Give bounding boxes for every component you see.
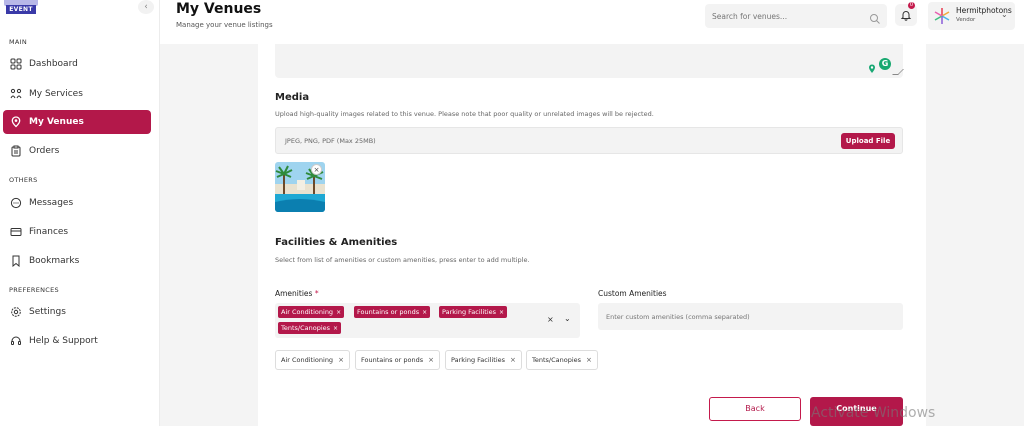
sidebar-item-help-support[interactable]: Help & Support	[3, 329, 151, 353]
notification-badge: 0	[908, 2, 915, 9]
page-title: My Venues	[176, 1, 262, 17]
media-heading: Media	[275, 92, 310, 103]
custom-amenities-input[interactable]	[598, 303, 903, 330]
media-description: Upload high-quality images related to th…	[275, 110, 654, 118]
sidebar-item-label: Messages	[29, 198, 74, 208]
venue-form-card: G Media Upload high-quality images relat…	[258, 44, 926, 426]
sidebar-item-label: Bookmarks	[29, 256, 80, 266]
brand-logo[interactable]: EVENT	[4, 0, 40, 18]
headset-icon	[9, 335, 22, 348]
sidebar-item-label: My Services	[29, 89, 83, 99]
section-label-preferences: PREFERENCES	[9, 286, 59, 294]
facilities-description: Select from list of amenities or custom …	[275, 256, 530, 264]
section-label-main: MAIN	[9, 38, 28, 46]
sidebar: EVENT ‹ MAIN Dashboard My Services My Ve…	[0, 0, 160, 426]
sidebar-item-label: Help & Support	[29, 336, 98, 346]
amenities-multiselect[interactable]: Air Conditioning × Fountains or ponds × Pa…	[275, 303, 580, 338]
section-label-others: OTHERS	[9, 176, 38, 184]
card-icon	[9, 226, 22, 239]
clipboard-icon	[9, 145, 22, 158]
custom-amenities-label: Custom Amenities	[598, 289, 667, 298]
search-input[interactable]	[705, 4, 887, 28]
upload-hint: JPEG, PNG, PDF (Max 25MB)	[285, 137, 376, 145]
amenity-chip: Fountains or ponds ×	[354, 306, 431, 318]
amenity-chip: Air Conditioning ×	[278, 306, 345, 318]
sidebar-item-dashboard[interactable]: Dashboard	[3, 52, 151, 76]
amenities-label: Amenities *	[275, 289, 319, 298]
amenity-chip: Parking Facilities ×	[439, 306, 508, 318]
user-menu[interactable]: Hermitphotons Vendor ⌄	[928, 2, 1015, 30]
file-upload-dropzone[interactable]: JPEG, PNG, PDF (Max 25MB) Upload File	[275, 127, 903, 154]
tag-remove-icon[interactable]: ×	[428, 356, 434, 364]
sidebar-collapse-button[interactable]: ‹	[138, 0, 154, 14]
sidebar-item-label: Dashboard	[29, 59, 78, 69]
amenity-chip: Tents/Canopies ×	[278, 322, 342, 334]
grid-icon	[9, 58, 22, 71]
page-subtitle: Manage your venue listings	[176, 21, 273, 29]
sidebar-item-label: Finances	[29, 227, 69, 237]
sidebar-item-messages[interactable]: Messages	[3, 191, 151, 215]
grammarly-icon[interactable]: G	[879, 58, 891, 70]
top-header: My Venues Manage your venue listings 0 H…	[160, 0, 1024, 44]
main-content: G Media Upload high-quality images relat…	[160, 44, 1024, 426]
chevron-left-icon: ‹	[144, 2, 148, 12]
chat-icon	[9, 197, 22, 210]
back-button[interactable]: Back	[709, 397, 801, 421]
bookmark-icon	[9, 255, 22, 268]
sidebar-item-label: Settings	[29, 307, 66, 317]
tag-remove-icon[interactable]: ×	[338, 356, 344, 364]
sidebar-item-label: Orders	[29, 146, 60, 156]
required-mark: *	[314, 289, 319, 298]
sidebar-item-my-venues[interactable]: My Venues	[3, 110, 151, 134]
remove-image-button[interactable]: ×	[311, 164, 322, 175]
gear-icon	[9, 306, 22, 319]
tag-remove-icon[interactable]: ×	[586, 356, 592, 364]
upload-file-button[interactable]: Upload File	[841, 133, 895, 149]
sidebar-item-label: My Venues	[29, 117, 84, 127]
location-pin-icon	[9, 116, 22, 129]
chip-remove-icon[interactable]: ×	[422, 309, 427, 316]
chip-remove-icon[interactable]: ×	[333, 325, 338, 332]
amenity-tag: Air Conditioning ×	[275, 350, 350, 370]
search-icon[interactable]	[869, 10, 881, 24]
windows-activation-watermark: Activate Windows	[811, 405, 936, 421]
amenity-tag: Parking Facilities ×	[445, 350, 522, 370]
sidebar-item-bookmarks[interactable]: Bookmarks	[3, 249, 151, 273]
sidebar-item-settings[interactable]: Settings	[3, 300, 151, 324]
description-textarea[interactable]	[275, 44, 903, 78]
services-icon	[9, 88, 22, 101]
chip-remove-icon[interactable]: ×	[336, 309, 341, 316]
location-marker-icon[interactable]	[867, 59, 877, 73]
facilities-heading: Facilities & Amenities	[275, 237, 398, 248]
sidebar-item-my-services[interactable]: My Services	[3, 82, 151, 106]
chevron-down-icon[interactable]: ⌄	[564, 314, 571, 323]
tag-remove-icon[interactable]: ×	[510, 356, 516, 364]
sidebar-item-orders[interactable]: Orders	[3, 139, 151, 163]
amenity-tag: Fountains or ponds ×	[355, 350, 440, 370]
user-role: Vendor	[956, 17, 976, 23]
avatar	[932, 6, 952, 26]
chip-remove-icon[interactable]: ×	[499, 309, 504, 316]
sidebar-item-finances[interactable]: Finances	[3, 220, 151, 244]
clear-selection-icon[interactable]: ×	[547, 315, 554, 324]
amenity-tag: Tents/Canopies ×	[526, 350, 598, 370]
chevron-down-icon: ⌄	[1001, 10, 1008, 19]
